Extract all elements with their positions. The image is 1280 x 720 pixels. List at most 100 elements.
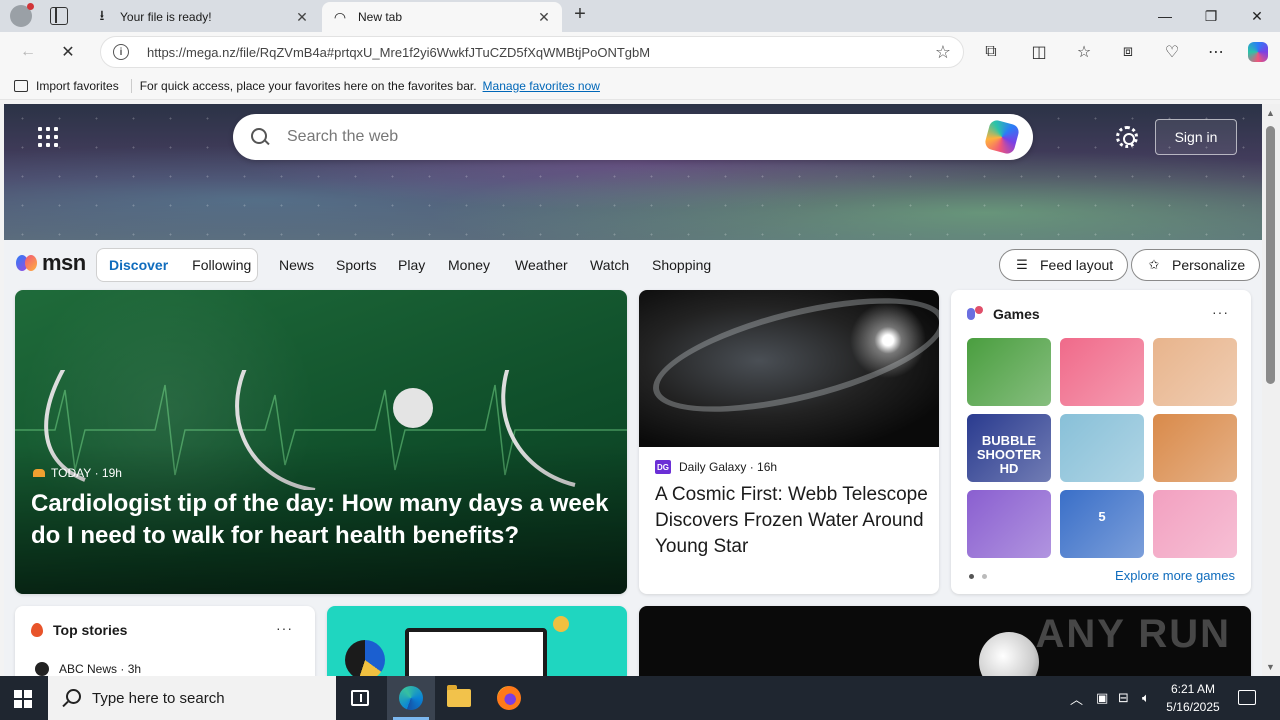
split-screen-icon[interactable]: ◫ [1027,40,1051,64]
anyrun-watermark: ANY RUN [1035,612,1231,656]
feed-layout-button[interactable]: ☰ Feed layout [999,249,1129,281]
taskbar-firefox[interactable] [485,676,533,720]
featured-story-card[interactable]: TODAY · 19h Cardiologist tip of the day:… [15,290,627,594]
msn-logo[interactable]: msn [16,250,86,276]
explore-more-games-link[interactable]: Explore more games [1115,568,1235,583]
nav-weather[interactable]: Weather [515,257,568,273]
taskbar-edge[interactable] [387,676,435,720]
tab-discover[interactable]: Discover [97,257,180,273]
game-tile[interactable] [1153,414,1237,482]
nav-watch[interactable]: Watch [590,257,629,273]
address-toolbar: ← ✕ i https://mega.nz/file/RqZVmB4a#prtq… [0,32,1280,72]
collections-icon[interactable]: ⧈ [1116,40,1140,64]
disk-ring-graphic [642,290,939,435]
close-window-button[interactable]: ✕ [1234,0,1280,32]
edge-icon [399,686,423,710]
loading-icon: ◠ [333,8,347,25]
taskbar-file-explorer[interactable] [435,676,483,720]
tab-actions-icon[interactable] [50,7,68,25]
site-info-icon[interactable]: i [113,44,129,60]
story-time: 3h [127,662,142,676]
game-tile[interactable] [1153,490,1237,558]
favorites-icon[interactable]: ☆ [1072,40,1096,64]
game-tile[interactable] [1153,338,1237,406]
favorite-star-icon[interactable]: ☆ [935,42,951,63]
more-options-icon[interactable]: ··· [276,620,293,636]
clock-time: 6:21 AM [1170,682,1216,696]
carousel-dots [969,574,987,579]
manage-favorites-link[interactable]: Manage favorites now [483,79,600,93]
start-button[interactable] [14,690,32,708]
promo-card-finance[interactable] [327,606,627,676]
profile-avatar-icon[interactable] [10,3,34,27]
feed-segment-control: Discover Following [96,248,258,282]
nav-shopping[interactable]: Shopping [652,257,711,273]
daily-galaxy-logo-icon: DG [655,460,671,474]
extensions-icon[interactable]: ⧉ [979,40,1003,64]
new-tab-button[interactable]: + [570,4,590,25]
network-icon[interactable]: ⊟ [1118,676,1129,720]
nav-sports[interactable]: Sports [336,257,376,273]
pie-chart-graphic [345,640,385,676]
address-url[interactable]: https://mega.nz/file/RqZVmB4a#prtqxU_Mre… [147,45,935,60]
game-tile[interactable]: BUBBLE SHOOTER HD [967,414,1051,482]
restore-button[interactable]: ❐ [1188,0,1234,32]
more-menu-icon[interactable]: ⋯ [1204,40,1228,64]
source-separator: · [117,662,128,676]
tab-following[interactable]: Following [180,257,263,273]
tab-download[interactable]: ⭳ Your file is ready! ✕ [84,2,320,32]
browser-essentials-icon[interactable]: ♡ [1160,40,1184,64]
game-tile[interactable] [1060,338,1144,406]
tab-new-tab[interactable]: ◠ New tab ✕ [322,2,562,32]
favorites-bar: Import favorites For quick access, place… [0,72,1280,100]
page-scrollbar[interactable]: ▲ ▼ [1262,104,1280,676]
minimize-button[interactable]: — [1142,0,1188,32]
tray-device-icon[interactable]: ▣ [1096,676,1108,720]
taskbar-clock[interactable]: 6:21 AM 5/16/2025 [1160,680,1226,716]
msn-new-tab-page: Sign in msn Discover Following News Spor… [4,104,1262,676]
address-bar[interactable]: i https://mega.nz/file/RqZVmB4a#prtqxU_M… [100,36,964,68]
featured-headline[interactable]: Cardiologist tip of the day: How many da… [31,488,621,552]
story-card-space[interactable]: DG Daily Galaxy · 16h A Cosmic First: We… [639,290,939,594]
back-button[interactable]: ← [16,40,40,64]
import-favorites-button[interactable]: Import favorites [14,78,132,93]
laptop-graphic [405,628,547,676]
scroll-down-arrow-icon[interactable]: ▼ [1266,662,1275,672]
nav-play[interactable]: Play [398,257,425,273]
personalize-button[interactable]: ✩ Personalize [1131,249,1261,281]
close-tab-icon[interactable]: ✕ [294,9,310,26]
apps-launcher-icon[interactable] [38,127,58,147]
tray-chevron-icon[interactable]: ︿ [1070,676,1083,720]
web-search-box [233,114,1033,160]
story-headline[interactable]: A Cosmic First: Webb Telescope Discovers… [655,482,930,560]
stop-loading-button[interactable]: ✕ [56,40,80,64]
scrollbar-thumb[interactable] [1266,126,1275,384]
coin-graphic [553,616,569,632]
nav-money[interactable]: Money [448,257,490,273]
games-icon [967,306,985,322]
more-options-icon[interactable]: ··· [1212,304,1229,320]
nav-news[interactable]: News [279,257,314,273]
volume-icon[interactable]: 🔈︎ [1142,676,1150,720]
scroll-up-arrow-icon[interactable]: ▲ [1266,108,1275,118]
search-input[interactable] [287,128,987,146]
game-tile[interactable]: 5 [1060,490,1144,558]
today-logo-icon [33,469,45,477]
favorites-bar-message: For quick access, place your favorites h… [139,78,477,93]
close-tab-icon[interactable]: ✕ [536,9,552,26]
clock-date: 5/16/2025 [1166,700,1220,714]
settings-gear-icon[interactable] [1116,126,1138,148]
top-stories-header: Top stories [31,622,127,638]
taskbar-search[interactable]: Type here to search [48,676,336,720]
story-card-earbuds[interactable]: ANY RUN [639,606,1251,676]
sign-in-button[interactable]: Sign in [1155,119,1237,155]
game-tile[interactable] [967,490,1051,558]
earbud-graphic [979,632,1039,676]
tab-strip: ⭳ Your file is ready! ✕ ◠ New tab ✕ + — … [0,0,1280,32]
copilot-icon[interactable] [983,118,1021,156]
game-tile[interactable] [967,338,1051,406]
copilot-icon[interactable] [1246,40,1270,64]
task-view-button[interactable] [336,676,384,720]
game-tile[interactable] [1060,414,1144,482]
notifications-icon[interactable] [1238,690,1256,705]
